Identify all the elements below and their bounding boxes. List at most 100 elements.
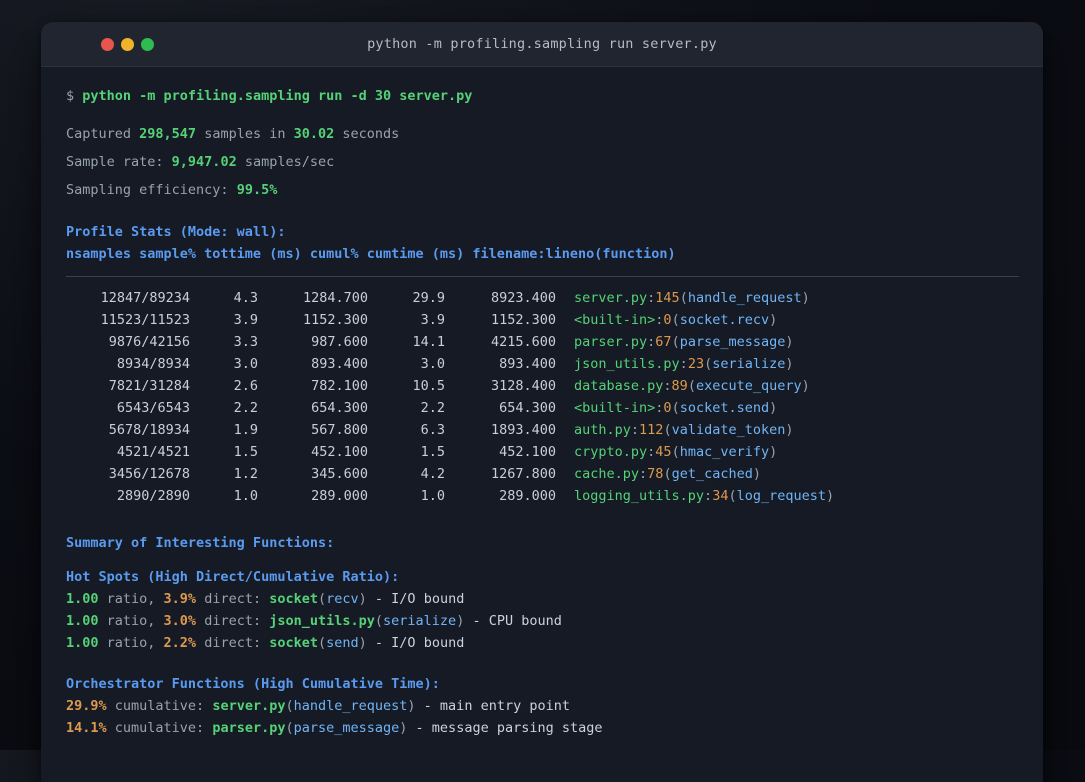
close-paren: ) [752,466,761,482]
cumul-pct-cell: 4.2 [420,466,445,482]
rate-label: Sample rate: [66,154,172,170]
cumtime-cell: 452.100 [499,444,556,460]
lineno: 67 [655,334,672,350]
profile-row: 8934/8934 3.0 893.400 3.0 893.400 json_u… [66,353,1019,375]
bound-note: - I/O bound [366,635,465,651]
module-name: server.py [212,698,286,714]
close-paren: ) [769,444,778,460]
profile-row: 2890/2890 1.0 289.000 1.0 289.000 loggin… [66,485,1019,507]
cumtime-cell: 8923.400 [490,290,556,306]
location-cell: <built-in>:0(socket.recv) [556,309,1019,331]
minimize-button[interactable] [121,37,134,51]
location-cell: cache.py:78(get_cached) [556,463,1019,485]
colon: : [630,422,640,438]
summary-heading: Summary of Interesting Functions: [66,535,335,551]
tottime-cell: 289.000 [311,488,368,504]
location-cell: server.py:145(handle_request) [556,287,1019,309]
tottime-cell: 987.600 [311,334,368,350]
command-text: python -m profiling.sampling run -d 30 s… [82,88,473,104]
open-paren: ( [318,635,327,651]
nsamples-cell: 4521/4521 [116,444,190,460]
nsamples-cell: 9876/42156 [108,334,190,350]
cumulative-label: cumulative: [106,720,213,736]
colon: : [639,466,648,482]
nsamples-cell: 11523/11523 [100,312,190,328]
lineno: 112 [639,422,664,438]
open-paren: ( [318,591,327,607]
sample-pct-cell: 3.9 [233,312,258,328]
shell-prompt: $ [66,88,83,104]
close-paren: ) [785,356,794,372]
location-cell: json_utils.py:23(serialize) [556,353,1019,375]
sample-rate-line: Sample rate: 9,947.02 samples/sec [66,151,1019,173]
location-cell: crypto.py:45(hmac_verify) [556,441,1019,463]
open-paren: ( [663,466,672,482]
sample-pct-cell: 3.0 [233,356,258,372]
open-paren: ( [679,290,688,306]
location-cell: database.py:89(execute_query) [556,375,1019,397]
function-name: execute_query [695,378,802,394]
open-paren: ( [728,488,737,504]
table-columns-header: nsamples sample% tottime (ms) cumul% cum… [66,246,676,262]
cumtime-cell: 1893.400 [490,422,556,438]
ratio-value: 1.00 [66,635,99,651]
titlebar[interactable]: python -m profiling.sampling run server.… [41,22,1043,67]
filename: crypto.py [574,444,648,460]
maximize-button[interactable] [141,37,154,51]
cumulative-label: cumulative: [106,698,213,714]
function-name: handle_request [687,290,802,306]
module-name: json_utils.py [269,613,375,629]
close-paren: ) [358,635,367,651]
profile-stats-heading: Profile Stats (Mode: wall): [66,224,286,240]
sample-pct-cell: 2.2 [233,400,258,416]
lineno: 34 [712,488,729,504]
open-paren: ( [285,698,294,714]
lineno: 0 [663,312,672,328]
profile-row: 6543/6543 2.2 654.300 2.2 654.300 <built… [66,397,1019,419]
nsamples-cell: 2890/2890 [116,488,190,504]
direct-pct: 3.0% [163,613,197,629]
cumul-pct-cell: 1.0 [420,488,445,504]
lineno: 89 [671,378,688,394]
profile-table: 12847/89234 4.3 1284.700 29.9 8923.400 s… [66,287,1019,507]
profile-row: 12847/89234 4.3 1284.700 29.9 8923.400 s… [66,287,1019,309]
cumul-pct-cell: 1.5 [420,444,445,460]
function-name: socket.send [679,400,770,416]
traffic-lights [101,22,154,66]
sample-pct-cell: 1.9 [233,422,258,438]
filename: logging_utils.py [574,488,705,504]
sample-pct-cell: 1.2 [233,466,258,482]
captured-suffix: seconds [334,126,400,142]
cumtime-cell: 654.300 [499,400,556,416]
captured-mid: samples in [196,126,294,142]
location-cell: <built-in>:0(socket.send) [556,397,1019,419]
filename: parser.py [574,334,648,350]
function-name: handle_request [293,698,408,714]
profile-row: 7821/31284 2.6 782.100 10.5 3128.400 dat… [66,375,1019,397]
module-name: socket [269,591,318,607]
tottime-cell: 452.100 [311,444,368,460]
nsamples-cell: 7821/31284 [108,378,190,394]
cumtime-cell: 1267.800 [490,466,556,482]
terminal-output: $ python -m profiling.sampling run -d 30… [41,67,1043,739]
cumul-pct-cell: 3.0 [420,356,445,372]
open-paren: ( [671,334,680,350]
location-cell: parser.py:67(parse_message) [556,331,1019,353]
sample-pct-cell: 1.0 [233,488,258,504]
orchestrator-heading: Orchestrator Functions (High Cumulative … [66,676,440,692]
function-name: hmac_verify [679,444,770,460]
tottime-cell: 345.600 [311,466,368,482]
function-name: validate_token [671,422,786,438]
filename: server.py [574,290,648,306]
filename: cache.py [574,466,640,482]
direct-pct: 3.9% [163,591,197,607]
open-paren: ( [671,312,680,328]
colon: : [704,488,713,504]
cumulative-pct: 14.1% [66,720,107,736]
function-name: socket.recv [679,312,770,328]
close-button[interactable] [101,37,114,51]
cumulative-pct: 29.9% [66,698,107,714]
nsamples-cell: 12847/89234 [100,290,190,306]
hot-spot-line: 1.00 ratio, 3.9% direct: socket(recv) - … [66,588,1019,610]
open-paren: ( [671,444,680,460]
